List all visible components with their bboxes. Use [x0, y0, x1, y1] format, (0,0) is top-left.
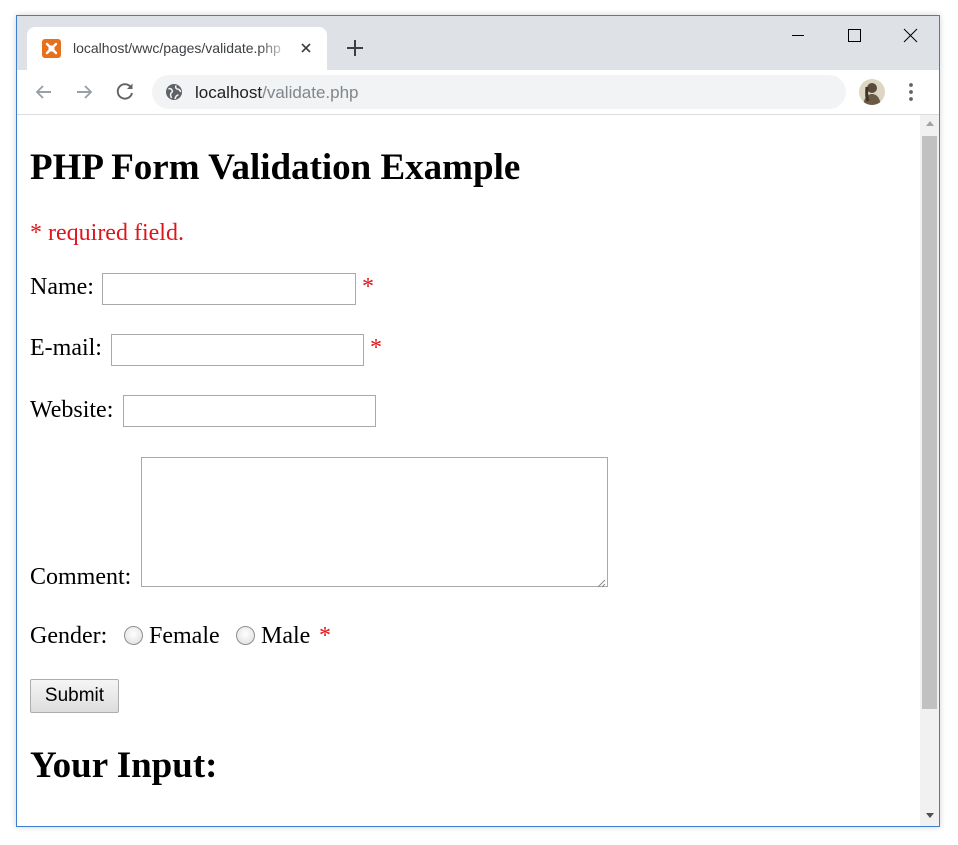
- close-icon[interactable]: [297, 39, 315, 57]
- your-input-heading: Your Input:: [30, 745, 218, 786]
- xampp-icon: [42, 39, 61, 58]
- profile-avatar[interactable]: [859, 79, 885, 105]
- scroll-down-icon[interactable]: [926, 813, 934, 818]
- page-scrollbar[interactable]: [920, 115, 939, 826]
- resize-grip-icon[interactable]: [596, 575, 606, 588]
- gender-row: Gender:: [30, 621, 107, 651]
- reload-icon[interactable]: [113, 80, 137, 104]
- male-label: Male: [261, 623, 311, 649]
- name-required-marker: *: [362, 274, 374, 300]
- gender-required-marker: *: [319, 623, 331, 649]
- window-close-icon[interactable]: [892, 25, 928, 47]
- minimize-icon[interactable]: [780, 25, 816, 47]
- page-title: PHP Form Validation Example: [30, 147, 521, 188]
- website-row: Website:: [30, 395, 113, 425]
- email-required-marker: *: [370, 335, 382, 361]
- arrow-right-icon[interactable]: [72, 80, 96, 104]
- browser-tab[interactable]: localhost/wwc/pages/validate.php: [27, 27, 327, 70]
- tab-title: localhost/wwc/pages/validate.php: [73, 40, 281, 56]
- globe-icon[interactable]: [165, 83, 183, 101]
- name-label: Name:: [30, 274, 94, 300]
- website-label: Website:: [30, 397, 114, 423]
- address-bar[interactable]: localhost/validate.php: [152, 75, 846, 109]
- male-radio[interactable]: [236, 626, 255, 645]
- required-field-note: * required field.: [30, 220, 184, 246]
- name-field[interactable]: [102, 273, 356, 305]
- female-label: Female: [149, 623, 220, 649]
- maximize-icon[interactable]: [836, 25, 872, 47]
- female-radio[interactable]: [124, 626, 143, 645]
- comment-textarea[interactable]: [141, 457, 608, 588]
- url-host: localhost: [195, 83, 263, 102]
- gender-label: Gender:: [30, 623, 108, 649]
- submit-button[interactable]: Submit: [30, 679, 119, 713]
- website-field[interactable]: [123, 395, 376, 427]
- page-viewport: PHP Form Validation Example * required f…: [17, 115, 920, 826]
- email-row: E-mail:: [30, 333, 102, 363]
- browser-window: localhost/wwc/pages/validate.php localho…: [16, 15, 940, 827]
- comment-label: Comment:: [30, 564, 132, 590]
- browser-toolbar: localhost/validate.php: [17, 70, 939, 115]
- scroll-thumb[interactable]: [922, 136, 937, 709]
- arrow-left-icon[interactable]: [32, 80, 56, 104]
- comment-row: Comment:: [30, 562, 131, 592]
- plus-icon[interactable]: [343, 36, 367, 60]
- email-label: E-mail:: [30, 335, 102, 361]
- kebab-menu-icon[interactable]: [903, 80, 919, 104]
- email-field[interactable]: [111, 334, 364, 366]
- name-row: Name:: [30, 272, 94, 302]
- url-text: localhost/validate.php: [195, 83, 359, 103]
- title-bar: localhost/wwc/pages/validate.php: [17, 16, 939, 70]
- url-path: /validate.php: [262, 83, 359, 102]
- scroll-up-icon[interactable]: [926, 121, 934, 126]
